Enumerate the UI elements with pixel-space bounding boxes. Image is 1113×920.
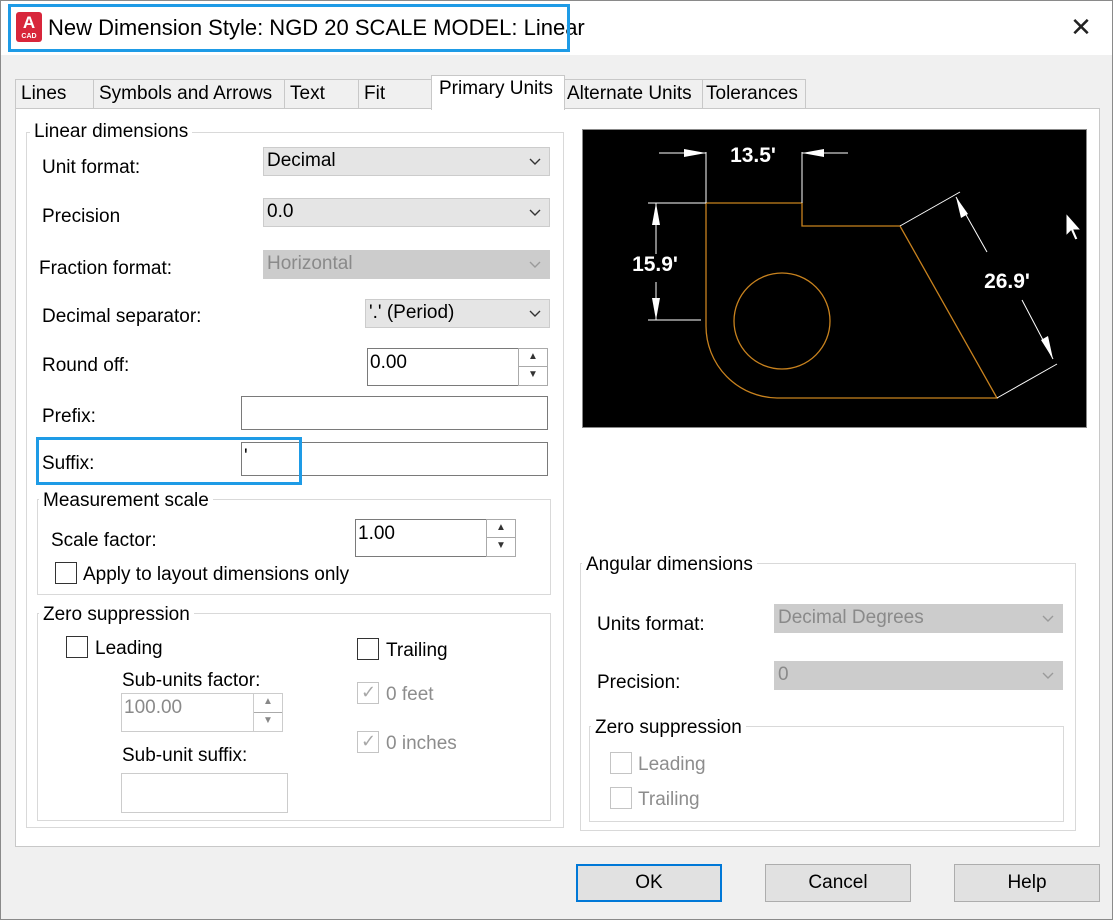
chevron-down-icon	[529, 209, 541, 216]
unit-format-label: Unit format:	[42, 157, 141, 178]
angular-units-format-value: Decimal Degrees	[778, 607, 924, 628]
angular-units-format-label: Units format:	[597, 614, 705, 635]
tab-primary-units[interactable]: Primary Units	[431, 75, 565, 110]
cancel-button[interactable]: Cancel	[765, 864, 911, 902]
sub-units-factor-input[interactable]: 100.00	[121, 693, 254, 732]
chevron-down-icon	[529, 310, 541, 317]
arrowhead-icon	[956, 197, 968, 218]
mouse-cursor-icon	[1065, 211, 1083, 241]
angular-precision-select[interactable]: 0	[774, 661, 1063, 690]
precision-label: Precision	[42, 206, 121, 227]
preview-dim-left: 15.9'	[632, 253, 678, 276]
zero-inches-label: 0 inches	[386, 733, 457, 754]
spin-down-icon[interactable]: ▼	[254, 713, 282, 732]
spin-up-icon[interactable]: ▲	[519, 349, 547, 367]
precision-value: 0.0	[267, 201, 294, 222]
angular-leading-checkbox[interactable]	[610, 752, 632, 774]
angular-trailing-checkbox[interactable]	[610, 787, 632, 809]
scale-factor-label: Scale factor:	[51, 530, 157, 551]
chevron-down-icon	[1042, 615, 1054, 622]
preview-hole-circle	[733, 272, 831, 370]
chevron-down-icon	[1042, 672, 1054, 679]
angular-precision-label: Precision:	[597, 672, 681, 693]
leading-checkbox[interactable]	[66, 636, 88, 658]
sub-units-factor-label: Sub-units factor:	[122, 670, 261, 691]
zero-feet-checkbox[interactable]: ✓	[357, 682, 379, 704]
title-highlight-box	[8, 4, 570, 52]
close-icon: ✕	[1070, 12, 1092, 42]
prefix-input[interactable]	[241, 396, 548, 430]
round-off-input[interactable]: 0.00	[367, 348, 519, 386]
spin-up-icon[interactable]: ▲	[254, 694, 282, 713]
title-bar: A CAD New Dimension Style: NGD 20 SCALE …	[1, 1, 1112, 55]
decimal-separator-select[interactable]: '.' (Period)	[365, 299, 550, 328]
checkmark-icon: ✓	[361, 682, 377, 702]
decimal-separator-value: '.' (Period)	[369, 302, 455, 323]
preview-dim-right: 26.9'	[984, 270, 1030, 293]
zero-inches-checkbox[interactable]: ✓	[357, 731, 379, 753]
fraction-format-select[interactable]: Horizontal	[263, 250, 550, 279]
angular-zero-suppression-title: Zero suppression	[591, 717, 746, 739]
preview-part-outline	[705, 202, 999, 399]
arrowhead-icon	[652, 203, 660, 225]
zero-suppression-title: Zero suppression	[39, 604, 194, 626]
tab-tolerances[interactable]: Tolerances	[702, 79, 806, 109]
angular-trailing-label: Trailing	[638, 789, 700, 810]
spin-up-icon[interactable]: ▲	[487, 520, 515, 538]
apply-layout-checkbox[interactable]	[55, 562, 77, 584]
tab-symbols-and-arrows[interactable]: Symbols and Arrows	[93, 79, 285, 109]
unit-format-value: Decimal	[267, 150, 336, 171]
chevron-down-icon	[529, 261, 541, 268]
angular-precision-value: 0	[778, 664, 789, 685]
angular-units-format-select[interactable]: Decimal Degrees	[774, 604, 1063, 633]
tab-alternate-units[interactable]: Alternate Units	[564, 79, 703, 109]
help-button[interactable]: Help	[954, 864, 1100, 902]
spin-down-icon[interactable]: ▼	[519, 367, 547, 385]
tab-lines[interactable]: Lines	[15, 79, 94, 109]
linear-dimensions-title: Linear dimensions	[30, 121, 193, 143]
round-off-label: Round off:	[42, 355, 130, 376]
dimension-preview: 13.5' 15.9' 26.9'	[582, 129, 1087, 428]
apply-layout-label: Apply to layout dimensions only	[83, 564, 350, 585]
checkmark-icon: ✓	[361, 731, 377, 751]
ok-button[interactable]: OK	[576, 864, 722, 902]
trailing-checkbox[interactable]	[357, 638, 379, 660]
fraction-format-value: Horizontal	[267, 253, 353, 274]
close-button[interactable]: ✕	[1061, 11, 1101, 45]
leading-label: Leading	[95, 638, 163, 659]
decimal-separator-label: Decimal separator:	[42, 306, 202, 327]
sub-units-factor-spinner[interactable]: ▲ ▼	[253, 693, 283, 732]
arrowhead-icon	[684, 149, 706, 157]
chevron-down-icon	[529, 158, 541, 165]
zero-feet-label: 0 feet	[386, 684, 434, 705]
angular-leading-label: Leading	[638, 754, 706, 775]
round-off-spinner[interactable]: ▲ ▼	[518, 348, 548, 386]
precision-select[interactable]: 0.0	[263, 198, 550, 227]
dialog-window: A CAD New Dimension Style: NGD 20 SCALE …	[0, 0, 1113, 920]
arrowhead-icon	[1041, 336, 1053, 359]
trailing-label: Trailing	[386, 640, 448, 661]
preview-dim-top: 13.5'	[730, 144, 776, 167]
scale-factor-spinner[interactable]: ▲ ▼	[486, 519, 516, 557]
fraction-format-label: Fraction format:	[39, 258, 173, 279]
scale-factor-input[interactable]: 1.00	[355, 519, 487, 557]
tab-text[interactable]: Text	[284, 79, 359, 109]
measurement-scale-title: Measurement scale	[39, 490, 213, 512]
arrowhead-icon	[652, 298, 660, 320]
prefix-label: Prefix:	[42, 406, 96, 427]
unit-format-select[interactable]: Decimal	[263, 147, 550, 176]
angular-dimensions-title: Angular dimensions	[582, 554, 757, 576]
arrowhead-icon	[802, 149, 824, 157]
preview-drawing: 13.5' 15.9' 26.9'	[632, 144, 1083, 399]
sub-unit-suffix-label: Sub-unit suffix:	[122, 745, 248, 766]
suffix-highlight-box	[36, 437, 302, 485]
tab-fit[interactable]: Fit	[358, 79, 432, 109]
spin-down-icon[interactable]: ▼	[487, 538, 515, 556]
sub-unit-suffix-input[interactable]	[121, 773, 288, 813]
